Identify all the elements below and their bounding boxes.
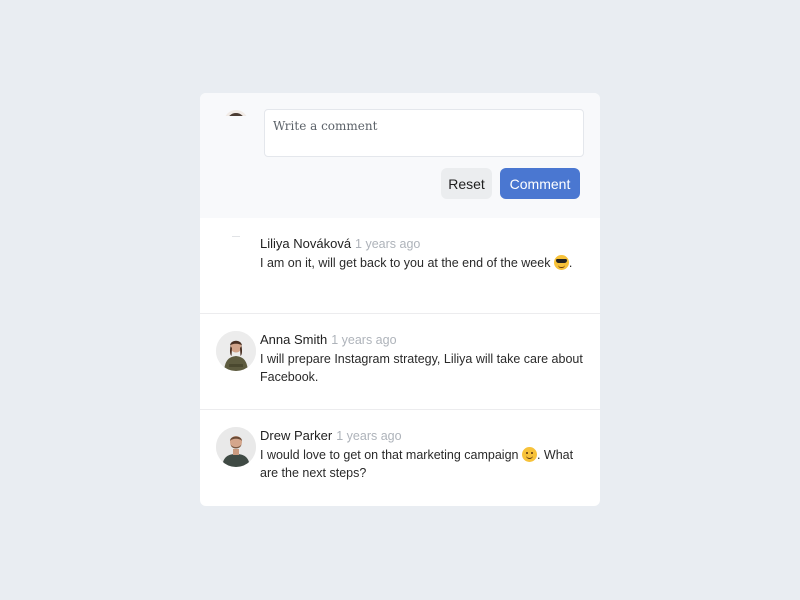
comment-text-part: I am on it, will get back to you at the … [260, 256, 554, 270]
comment-button[interactable]: Comment [500, 168, 580, 199]
comment-composer: Reset Comment [200, 93, 600, 218]
sunglasses-emoji-icon [553, 255, 569, 270]
comment-author: Liliya Nováková [260, 236, 352, 251]
comment-meta: Liliya Nováková 1 years ago [260, 235, 420, 253]
avatar [216, 427, 256, 467]
comment-time: 1 years ago [355, 237, 421, 251]
reset-button[interactable]: Reset [441, 168, 492, 199]
comment-text: I would love to get on that marketing ca… [260, 446, 585, 482]
comment-input[interactable] [264, 109, 584, 157]
current-user-avatar [224, 110, 248, 116]
comment-text: I will prepare Instagram strategy, Liliy… [260, 352, 583, 384]
smiling-emoji-icon [521, 447, 537, 462]
avatar [216, 235, 256, 275]
comment-text-part: . [568, 256, 573, 270]
comment-text-part: I would love to get on that marketing ca… [260, 448, 522, 462]
comment-time: 1 years ago [331, 333, 397, 347]
comments-card: Reset Comment Liliya Nováková1 years ago… [200, 93, 600, 506]
comment-item: Anna Smith 1 years ago I will prepare Ins… [200, 314, 600, 410]
comment-meta: Drew Parker 1 years ago [260, 427, 402, 445]
comment-time: 1 years ago [336, 429, 402, 443]
avatar [216, 331, 256, 371]
comment-author: Drew Parker [260, 428, 333, 443]
comment-item: Liliya Nováková 1 years ago I am on it, w… [200, 218, 600, 314]
comment-author: Anna Smith [260, 332, 328, 347]
comment-item: Drew Parker 1 years ago I would love to g… [200, 410, 600, 506]
comment-text: I am on it, will get back to you at the … [260, 254, 585, 272]
comment-meta: Anna Smith 1 years ago [260, 331, 397, 349]
